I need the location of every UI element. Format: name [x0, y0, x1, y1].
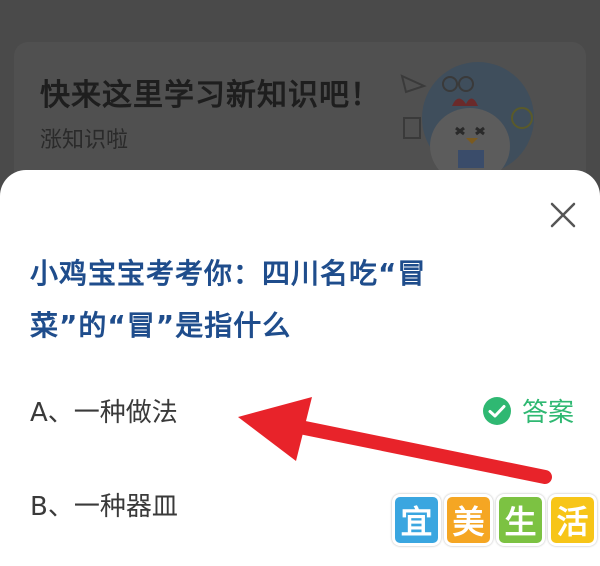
banner-subtitle: 涨知识啦	[40, 128, 129, 153]
watermark-char: 生	[496, 494, 545, 546]
watermark-logo: 宜 美 生 活	[392, 494, 597, 546]
watermark-char: 活	[548, 494, 597, 546]
red-arrow-annotation	[238, 397, 552, 484]
question-text: 小鸡宝宝考考你：四川名吃“冒菜”的“冒”是指什么	[30, 257, 427, 342]
banner-title: 快来这里学习新知识吧！	[40, 78, 381, 113]
option-a-label: A、一种做法	[30, 398, 178, 428]
chicken-mascot-illustration	[400, 62, 534, 172]
watermark-char: 美	[444, 494, 493, 546]
option-b-label: B、一种器皿	[30, 492, 178, 522]
close-icon[interactable]	[548, 200, 578, 230]
watermark-char: 宜	[392, 494, 441, 546]
